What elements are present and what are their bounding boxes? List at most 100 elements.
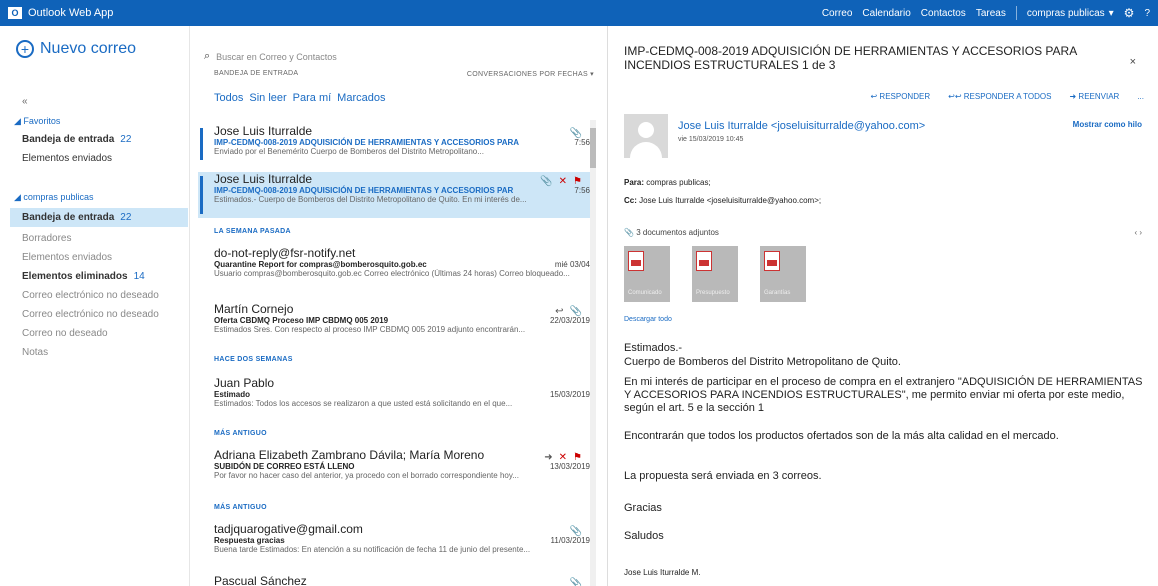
attachment-caption: Presupuesto [696,290,730,296]
list-header: BANDEJA DE ENTRADA CONVERSACIONES POR FE… [214,70,594,78]
message-item[interactable]: tadjquarogative@gmail.com Respuesta grac… [198,522,590,564]
message-date: 7:56 [574,138,590,147]
new-mail-button[interactable]: + Nuevo correo [16,40,136,58]
forward-button[interactable]: ➜ REENVIAR [1069,92,1119,101]
message-item[interactable]: Jose Luis Iturralde IMP-CEDMQ-008-2019 A… [198,172,590,218]
folder-label: Correo no deseado [22,328,108,339]
folder-sent[interactable]: Elementos enviados [22,248,190,267]
reply-button[interactable]: ↩ RESPONDER [870,92,930,101]
flag-icon[interactable]: ⚑ [573,176,582,187]
message-preview: Estimados Sres. Con respecto al proceso … [214,325,526,334]
sender-name[interactable]: Jose Luis Iturralde <joseluisiturralde@y… [678,120,925,132]
more-actions-button[interactable]: ... [1137,92,1144,101]
message-preview: Usuario compras@bomberosquito.gob.ec Cor… [214,269,570,278]
message-subject-row: Oferta CBDMQ Proceso IMP CBDMQ 005 2019 … [214,316,590,325]
folder-inbox[interactable]: Bandeja de entrada 22 [10,208,188,227]
body-thanks: Gracias [624,502,662,514]
to-label: Para: [624,178,645,187]
message-subject: Quarantine Report for compras@bomberosqu… [214,260,427,269]
account-header[interactable]: ◢ compras publicas [14,192,93,203]
message-subject: SUBIDÓN DE CORREO ESTÁ LLENO [214,462,355,471]
sort-menu[interactable]: CONVERSACIONES POR FECHAS ▾ [467,70,594,78]
section-header: HACE DOS SEMANAS [214,356,293,363]
message-sender: do-not-reply@fsr-notify.net [214,246,356,260]
message-sender: Jose Luis Iturralde [214,124,313,138]
message-subject: Oferta CBDMQ Proceso IMP CBDMQ 005 2019 [214,316,389,325]
close-icon[interactable]: × [1130,56,1136,68]
message-subject: Respuesta gracias [214,536,285,545]
app-brand[interactable]: O Outlook Web App [0,7,113,19]
message-preview: Por favor no hacer caso del anterior, ya… [214,471,519,480]
attachment-icon: 📎 [569,578,582,586]
user-menu[interactable]: compras publicas ▾ [1027,8,1114,19]
message-icons: 📎 [570,128,582,139]
filter-to-me[interactable]: Para mí [293,92,332,104]
folder-label: Bandeja de entrada [22,134,115,145]
folder-drafts[interactable]: Borradores [22,229,190,248]
to-value[interactable]: compras publicas; [646,178,710,187]
message-item[interactable]: Juan Pablo Estimado 15/03/2019 Estimados… [198,376,590,422]
fav-inbox[interactable]: Bandeja de entrada 22 [22,130,190,149]
nav-tasks[interactable]: Tareas [976,8,1006,19]
message-icons: ➜ ✕ ⚑ [544,452,582,463]
folder-label: Elementos enviados [22,252,113,263]
top-nav: Correo Calendario Contactos Tareas compr… [822,6,1158,20]
message-item[interactable]: Martín Cornejo Oferta CBDMQ Proceso IMP … [198,302,590,346]
help-icon[interactable]: ? [1144,8,1150,19]
message-item[interactable]: Pascual Sánchez 📎 [198,574,590,586]
message-item[interactable]: Jose Luis Iturralde IMP-CEDMQ-008-2019 A… [198,124,590,164]
attachment-thumbnail[interactable]: Comunicado [624,246,670,302]
nav-calendar[interactable]: Calendario [862,8,910,19]
reply-all-button[interactable]: ↩↩ RESPONDER A TODOS [948,92,1051,101]
message-subject-row: IMP-CEDMQ-008-2019 ADQUISICIÓN DE HERRAM… [214,186,590,195]
avatar-head [638,122,654,138]
folder-junk-2[interactable]: Correo electrónico no deseado [22,305,190,324]
reading-actions: ↩ RESPONDER ↩↩ RESPONDER A TODOS ➜ REENV… [870,92,1144,101]
message-subject: Estimado [214,390,251,399]
message-subject-row: Estimado 15/03/2019 [214,390,590,399]
message-icons: 📎 [570,578,582,586]
download-all-link[interactable]: Descargar todo [624,316,672,323]
attachment-thumbnail[interactable]: Presupuesto [692,246,738,302]
cc-value[interactable]: Jose Luis Iturralde <joseluisiturralde@y… [639,196,821,205]
nav-mail[interactable]: Correo [822,8,853,19]
search-input[interactable]: ⌕ Buscar en Correo y Contactos [204,50,337,63]
search-icon: ⌕ [204,50,211,62]
message-sender: Adriana Elizabeth Zambrano Dávila; María… [214,448,485,462]
folder-junk[interactable]: Correo electrónico no deseado [22,286,190,305]
attachments-nav[interactable]: ‹ › [1134,228,1142,237]
app-title: Outlook Web App [28,7,114,19]
gear-icon[interactable]: ⚙ [1124,6,1135,20]
favorites-header[interactable]: ◢ Favoritos [14,116,60,127]
message-item[interactable]: do-not-reply@fsr-notify.net Quarantine R… [198,246,590,288]
fav-sent[interactable]: Elementos enviados [22,149,190,168]
nav-contacts[interactable]: Contactos [921,8,966,19]
scrollbar-thumb[interactable] [590,128,596,168]
list-scrollbar[interactable] [590,120,596,586]
message-sender: tadjquarogative@gmail.com [214,522,363,536]
filter-unread[interactable]: Sin leer [249,92,286,104]
message-sender: Jose Luis Iturralde [214,172,313,186]
filter-all[interactable]: Todos [214,92,243,104]
message-date: 11/03/2019 [550,536,590,545]
delete-icon[interactable]: ✕ [559,176,567,187]
attachments-count: 3 documentos adjuntos [636,228,719,237]
collapse-pane-icon[interactable]: « [22,96,28,107]
message-date: 22/03/2019 [549,316,590,325]
delete-icon[interactable]: ✕ [559,452,567,463]
section-header: MÁS ANTIGUO [214,430,267,437]
folder-label: Correo electrónico no deseado [22,309,159,320]
filter-flagged[interactable]: Marcados [337,92,385,104]
plus-circle-icon: + [16,40,34,58]
flag-icon[interactable]: ⚑ [573,452,582,463]
folder-deleted[interactable]: Elementos eliminados 14 [22,267,190,286]
unread-count: 22 [120,134,132,145]
message-subject-row: IMP-CEDMQ-008-2019 ADQUISICIÓN DE HERRAM… [214,138,590,147]
attachment-thumbnail[interactable]: Garantías [760,246,806,302]
body-paragraph: Encontrarán que todos los productos ofer… [624,430,1059,442]
folder-spam[interactable]: Correo no deseado [22,324,190,343]
folder-notes[interactable]: Notas [22,343,190,362]
message-icons: ↩ 📎 [555,306,582,317]
show-thread-link[interactable]: Mostrar como hilo [1073,120,1142,129]
message-item[interactable]: Adriana Elizabeth Zambrano Dávila; María… [198,448,590,494]
